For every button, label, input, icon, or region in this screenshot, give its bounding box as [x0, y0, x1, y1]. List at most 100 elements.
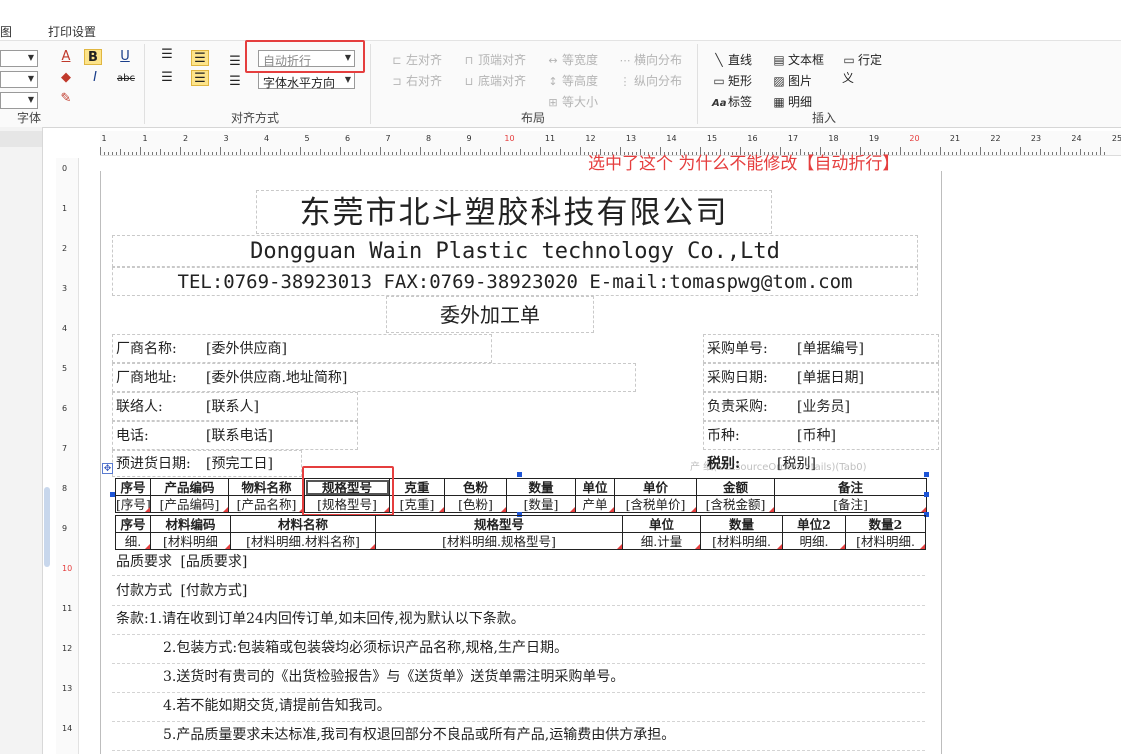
detail-table[interactable]: 序号 产品编码 物料名称 规格型号 克重 色粉 数量 单位 单价 金额 备注 [序号] [产品编码][… — [115, 478, 927, 513]
selection-handle[interactable] — [517, 472, 522, 477]
layout-align-bottom-button[interactable]: ⊔ 底端对齐 — [462, 72, 526, 89]
detail-value-cell-7[interactable]: 产单 — [575, 495, 615, 513]
layout-same-width-button[interactable]: ↔ 等宽度 — [546, 51, 598, 68]
detail-value-cell-2[interactable]: [产品名称] — [228, 495, 305, 513]
material-table[interactable]: 序号 材料编码 材料名称 规格型号 单位 数量 单位2 数量2 细. [材料明细 [材料明细.材料… — [115, 515, 926, 550]
material-value-cell-6[interactable]: 明细. — [782, 532, 846, 550]
material-header-cell-4[interactable]: 单位 — [622, 515, 701, 533]
company-name-en[interactable]: Dongguan Wain Plastic technology Co.,Ltd — [112, 235, 918, 267]
address-label[interactable]: 厂商地址: — [116, 364, 177, 392]
font-color-button[interactable]: A — [57, 49, 75, 65]
align-middle-left-icon[interactable]: ☰ — [158, 70, 176, 86]
layout-align-top-button[interactable]: ⊓ 顶端对齐 — [462, 51, 526, 68]
selection-handle[interactable] — [924, 472, 929, 477]
insert-rect-button[interactable]: ▭ 矩形 — [712, 72, 752, 89]
material-header-cell-5[interactable]: 数量 — [700, 515, 783, 533]
layout-same-height-button[interactable]: ↕ 等高度 — [546, 72, 598, 89]
eta-value[interactable]: [预完工日] — [206, 450, 273, 478]
detail-value-cell-9[interactable]: [含税金额] — [696, 495, 775, 513]
po-date-label[interactable]: 采购日期: — [707, 364, 768, 392]
contact-value[interactable]: [联系人] — [206, 393, 259, 421]
detail-header-cell-0[interactable]: 序号 — [115, 478, 151, 496]
company-contact[interactable]: TEL:0769-38923013 FAX:0769-38923020 E-ma… — [112, 267, 918, 296]
bold-button[interactable]: B — [84, 49, 102, 65]
material-value-cell-1[interactable]: [材料明细 — [150, 532, 231, 550]
layout-align-left-button[interactable]: ⊏ 左对齐 — [390, 51, 442, 68]
font-name-combo[interactable]: ▼ — [0, 50, 38, 67]
material-value-cell-7[interactable]: [材料明细. — [845, 532, 926, 550]
detail-value-cell-8[interactable]: [含税单价] — [614, 495, 697, 513]
layout-distribute-v-button[interactable]: ⋮ 纵向分布 — [618, 72, 683, 89]
horizontal-direction-combo[interactable]: 字体水平方向 ▼ — [258, 72, 355, 90]
tab-view[interactable]: 图 — [0, 23, 12, 40]
material-header-cell-3[interactable]: 规格型号 — [375, 515, 623, 533]
font-style-combo[interactable]: ▼ — [0, 92, 38, 109]
material-value-cell-2[interactable]: [材料明细.材料名称] — [230, 532, 376, 550]
underline-button[interactable]: U — [116, 49, 134, 65]
detail-header-cell-9[interactable]: 金额 — [696, 478, 775, 496]
selection-handle[interactable] — [924, 492, 929, 497]
insert-detail-button[interactable]: ▦ 明细 — [772, 93, 812, 110]
align-top-right-icon[interactable]: ☰ — [226, 54, 244, 70]
detail-header-cell-5[interactable]: 色粉 — [444, 478, 507, 496]
detail-header-cell-10[interactable]: 备注 — [774, 478, 927, 496]
po-number-label[interactable]: 采购单号: — [707, 335, 768, 363]
quality-row[interactable]: 品质要求 [品质要求] — [112, 549, 925, 576]
pen-color-icon[interactable]: ✎ — [57, 91, 75, 107]
detail-header-cell-4[interactable]: 克重 — [389, 478, 445, 496]
phone-value[interactable]: [联系电话] — [206, 422, 273, 450]
terms-row-3[interactable]: 3.送货时有贵司的《出货检验报告》与《送货单》送货单需注明采购单号。 — [112, 664, 925, 693]
material-header-cell-1[interactable]: 材料编码 — [150, 515, 231, 533]
material-value-cell-3[interactable]: [材料明细.规格型号] — [375, 532, 623, 550]
detail-header-cell-2[interactable]: 物料名称 — [228, 478, 305, 496]
panel-splitter-handle[interactable] — [44, 487, 50, 567]
eta-label[interactable]: 预进货日期: — [116, 450, 191, 478]
insert-textbox-button[interactable]: ▤ 文本框 — [772, 51, 824, 68]
insert-label-button[interactable]: Aa 标签 — [712, 93, 752, 110]
insert-image-button[interactable]: ▨ 图片 — [772, 72, 812, 89]
layout-align-right-button[interactable]: ⊐ 右对齐 — [390, 72, 442, 89]
detail-header-cell-8[interactable]: 单价 — [614, 478, 697, 496]
tax-label[interactable]: 税别: — [707, 450, 740, 478]
vendor-label[interactable]: 厂商名称: — [116, 335, 177, 363]
vendor-value[interactable]: [委外供应商] — [206, 335, 287, 363]
po-number-value[interactable]: [单据编号] — [797, 335, 864, 363]
currency-value[interactable]: [币种] — [797, 422, 836, 450]
terms-row-4[interactable]: 4.若不能如期交货,请提前告知我司。 — [112, 693, 925, 722]
material-header-cell-2[interactable]: 材料名称 — [230, 515, 376, 533]
document-title[interactable]: 委外加工单 — [386, 296, 594, 333]
address-value[interactable]: [委外供应商.地址简称] — [206, 364, 347, 392]
company-name-cn[interactable]: 东莞市北斗塑胶科技有限公司 — [256, 190, 772, 234]
payment-row[interactable]: 付款方式 [付款方式] — [112, 576, 925, 606]
align-top-center-icon[interactable]: ☰ — [191, 50, 209, 66]
material-value-cell-4[interactable]: 细.计量 — [622, 532, 701, 550]
material-value-cell-5[interactable]: [材料明细. — [700, 532, 783, 550]
po-date-value[interactable]: [单据日期] — [797, 364, 864, 392]
buyer-label[interactable]: 负责采购: — [707, 393, 768, 421]
align-top-left-icon[interactable]: ☰ — [158, 47, 176, 63]
italic-button[interactable]: I — [86, 70, 104, 86]
detail-header-cell-6[interactable]: 数量 — [506, 478, 576, 496]
material-header-cell-7[interactable]: 数量2 — [845, 515, 926, 533]
detail-value-cell-4[interactable]: [克重] — [389, 495, 445, 513]
terms-row-2[interactable]: 2.包装方式:包装箱或包装袋均必须标识产品名称,规格,生产日期。 — [112, 635, 925, 664]
detail-value-cell-6[interactable]: [数量] — [506, 495, 576, 513]
material-header-cell-0[interactable]: 序号 — [115, 515, 151, 533]
terms-row-5[interactable]: 5.产品质量要求未达标准,我司有权退回部分不良品或所有产品,运输费由供方承担。 — [112, 722, 925, 751]
insert-line-button[interactable]: ╲ 直线 — [712, 51, 752, 68]
terms-row-1[interactable]: 条款:1.请在收到订单24内回传订单,如未回传,视为默认以下条款。 — [112, 606, 925, 635]
detail-value-cell-5[interactable]: [色粉] — [444, 495, 507, 513]
detail-value-cell-1[interactable]: [产品编码] — [150, 495, 229, 513]
align-middle-right-icon[interactable]: ☰ — [226, 74, 244, 90]
tab-print-settings[interactable]: 打印设置 — [48, 23, 96, 40]
font-size-combo[interactable]: ▼ — [0, 71, 38, 88]
fill-color-icon[interactable]: ◆ — [57, 70, 75, 86]
contact-label[interactable]: 联络人: — [116, 393, 163, 421]
currency-label[interactable]: 币种: — [707, 422, 740, 450]
detail-header-cell-1[interactable]: 产品编码 — [150, 478, 229, 496]
align-middle-center-icon[interactable]: ☰ — [191, 70, 209, 86]
detail-header-cell-7[interactable]: 单位 — [575, 478, 615, 496]
move-handle-icon[interactable]: ✥ — [102, 463, 113, 474]
tax-value[interactable]: [税别] — [777, 450, 816, 478]
material-header-cell-6[interactable]: 单位2 — [782, 515, 846, 533]
